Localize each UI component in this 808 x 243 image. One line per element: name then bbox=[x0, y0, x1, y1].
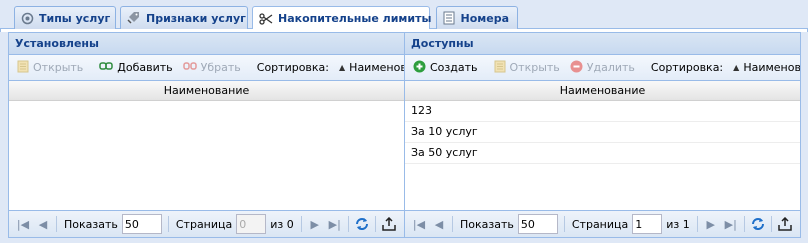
prev-page-icon[interactable]: ◀ bbox=[429, 214, 449, 234]
page-number-input[interactable] bbox=[236, 214, 267, 234]
pager-separator bbox=[563, 216, 565, 232]
column-header-name[interactable]: Наименование bbox=[405, 81, 800, 101]
pager-separator bbox=[696, 216, 698, 232]
available-panel: Доступны Создать Открыть Удалить Сортиро… bbox=[404, 32, 801, 238]
link-icon bbox=[99, 61, 114, 74]
minus-icon bbox=[570, 60, 583, 76]
scissors-icon bbox=[259, 12, 273, 26]
installed-toolbar: Открыть Добавить Убрать Сортировка: ▲ На… bbox=[9, 55, 404, 81]
refresh-icon[interactable] bbox=[352, 214, 372, 234]
list-item[interactable]: За 10 услуг bbox=[405, 122, 800, 143]
available-toolbar: Создать Открыть Удалить Сортировка: ▲ На… bbox=[405, 55, 800, 81]
open-button[interactable]: Открыть bbox=[12, 58, 88, 78]
last-page-icon[interactable]: ▶| bbox=[325, 214, 345, 234]
tab-cumulative-limits[interactable]: Накопительные лимиты bbox=[252, 6, 432, 30]
first-page-icon[interactable]: |◀ bbox=[409, 214, 429, 234]
installed-pager: |◀ ◀ Показать Страница из 0 ▶ ▶| bbox=[9, 210, 404, 237]
installed-list bbox=[9, 101, 404, 215]
list-item[interactable]: За 50 услуг bbox=[405, 143, 800, 164]
list-item[interactable]: 123 bbox=[405, 101, 800, 122]
page-number-input[interactable] bbox=[632, 214, 663, 234]
sort-label: Сортировка: bbox=[256, 61, 330, 74]
open-icon bbox=[17, 60, 29, 76]
tab-numbers[interactable]: Номера bbox=[436, 6, 518, 29]
sort-label: Сортировка: bbox=[650, 61, 724, 74]
tab-service-attributes[interactable]: Признаки услуг bbox=[120, 6, 248, 29]
gear-icon bbox=[21, 11, 34, 25]
next-page-icon[interactable]: ▶ bbox=[305, 214, 325, 234]
sort-field-button[interactable]: ▲ Наименовани bbox=[728, 58, 800, 78]
page-count: из 0 bbox=[270, 217, 294, 231]
next-page-icon[interactable]: ▶ bbox=[701, 214, 721, 234]
page-size-input[interactable] bbox=[517, 214, 558, 234]
pager-separator bbox=[743, 216, 745, 232]
pager-separator bbox=[347, 216, 349, 232]
create-button[interactable]: Создать bbox=[408, 58, 483, 78]
pager-separator bbox=[167, 216, 169, 232]
open-icon bbox=[494, 60, 506, 76]
tab-label: Признаки услуг bbox=[146, 11, 246, 25]
sort-up-icon: ▲ bbox=[339, 63, 346, 72]
tab-label: Номера bbox=[460, 11, 509, 25]
pager-separator bbox=[56, 216, 57, 232]
remove-button[interactable]: Убрать bbox=[178, 58, 246, 78]
page-size-label: Показать bbox=[64, 217, 118, 231]
page-label: Страница bbox=[175, 217, 233, 231]
export-icon[interactable] bbox=[379, 214, 399, 234]
prev-page-icon[interactable]: ◀ bbox=[33, 214, 53, 234]
tags-icon bbox=[127, 11, 141, 25]
pager-separator bbox=[452, 216, 453, 232]
document-icon bbox=[443, 11, 455, 25]
installed-panel: Установлены Открыть Добавить Убрать Сорт… bbox=[8, 32, 405, 238]
first-page-icon[interactable]: |◀ bbox=[13, 214, 33, 234]
pager-separator bbox=[300, 216, 302, 232]
page-count: из 1 bbox=[666, 217, 690, 231]
plus-icon bbox=[413, 60, 426, 76]
tab-bar: Типы услуг Признаки услуг Накопительные … bbox=[0, 0, 808, 30]
page-label: Страница bbox=[571, 217, 629, 231]
delete-button[interactable]: Удалить bbox=[565, 58, 640, 78]
open-button[interactable]: Открыть bbox=[489, 58, 565, 78]
sort-up-icon: ▲ bbox=[733, 63, 740, 72]
export-icon[interactable] bbox=[775, 214, 795, 234]
sort-field-button[interactable]: ▲ Наименован bbox=[334, 58, 404, 78]
panel-title: Доступны bbox=[405, 33, 800, 55]
unlink-icon bbox=[182, 61, 197, 74]
refresh-icon[interactable] bbox=[748, 214, 768, 234]
tab-service-types[interactable]: Типы услуг bbox=[14, 6, 116, 29]
pager-separator bbox=[374, 216, 376, 232]
tab-label: Типы услуг bbox=[39, 11, 111, 25]
column-header-name[interactable]: Наименование bbox=[9, 81, 404, 101]
pager-separator bbox=[770, 216, 772, 232]
add-button[interactable]: Добавить bbox=[94, 58, 177, 78]
available-pager: |◀ ◀ Показать Страница из 1 ▶ ▶| bbox=[405, 210, 800, 237]
page-size-input[interactable] bbox=[121, 214, 162, 234]
tab-label: Накопительные лимиты bbox=[278, 12, 432, 25]
last-page-icon[interactable]: ▶| bbox=[721, 214, 741, 234]
available-list: 123 За 10 услуг За 50 услуг bbox=[405, 101, 800, 215]
panel-title: Установлены bbox=[9, 33, 404, 55]
page-size-label: Показать bbox=[460, 217, 514, 231]
